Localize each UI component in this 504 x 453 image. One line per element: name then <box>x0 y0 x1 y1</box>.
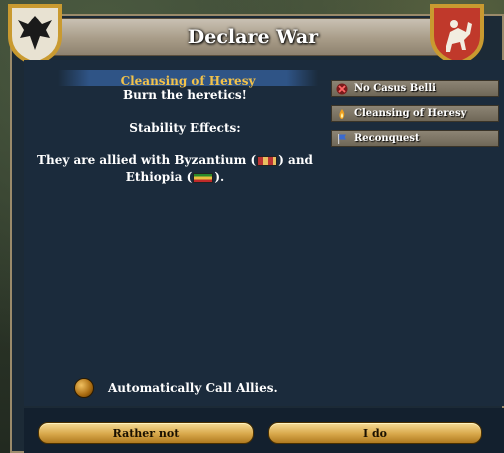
byzantium-flag-icon <box>257 155 278 166</box>
auto-call-allies-label: Automatically Call Allies. <box>108 381 278 395</box>
cross-icon <box>336 83 348 95</box>
auto-call-allies-toggle[interactable]: Automatically Call Allies. <box>74 378 278 398</box>
stability-effects-label: Stability Effects: <box>129 121 241 135</box>
cb-item-cleansing-of-heresy[interactable]: Cleansing of Heresy <box>331 105 499 122</box>
allies-line-1: They are allied with Byzantium () and <box>37 153 313 167</box>
cb-item-reconquest[interactable]: Reconquest <box>331 130 499 147</box>
cb-item-no-casus-belli[interactable]: No Casus Belli <box>331 80 499 97</box>
allies-line-2: Ethiopia (). <box>125 170 225 184</box>
rather-not-button[interactable]: Rather not <box>38 422 254 444</box>
casus-belli-name: Cleansing of Heresy <box>120 74 256 88</box>
window-title: Declare War <box>187 26 319 48</box>
ethiopia-flag-icon <box>193 172 214 183</box>
knight-crest-icon <box>428 2 486 67</box>
toggle-knob-icon[interactable] <box>74 378 94 398</box>
i-do-button[interactable]: I do <box>268 422 482 444</box>
banner-icon <box>336 133 348 145</box>
casus-belli-title: Cleansing of Heresy <box>58 70 318 88</box>
flame-icon <box>336 108 348 120</box>
eagle-crest-icon <box>6 2 64 67</box>
details-pane <box>24 60 327 406</box>
allies-info: They are allied with Byzantium () and Et… <box>24 152 326 186</box>
title-bar: Declare War <box>30 18 476 56</box>
casus-belli-description: Burn the heretics! <box>123 88 247 102</box>
